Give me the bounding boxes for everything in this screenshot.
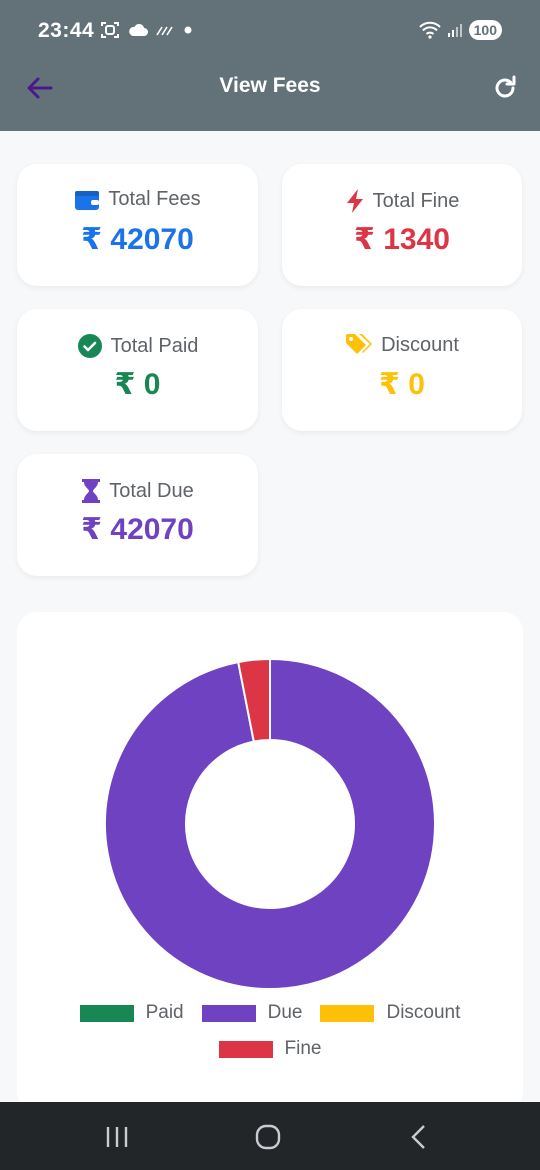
- legend-label: Paid: [145, 1002, 184, 1023]
- legend-item-due[interactable]: Due: [201, 1002, 303, 1024]
- legend-row: Fine: [17, 1038, 523, 1060]
- refresh-button[interactable]: [490, 73, 520, 103]
- recent-apps-icon: [106, 1127, 128, 1147]
- system-nav-bar: [0, 1102, 540, 1170]
- legend-swatch: [201, 1004, 256, 1022]
- home-button[interactable]: [253, 1122, 283, 1152]
- legend-label: Due: [267, 1002, 303, 1023]
- back-nav-button[interactable]: [404, 1122, 434, 1152]
- legend-item-fine[interactable]: Fine: [218, 1038, 322, 1060]
- app-bar: 23:44 100 View Fees: [0, 0, 540, 131]
- total-paid-value: ₹ 0: [114, 368, 161, 401]
- legend-item-discount[interactable]: Discount: [320, 1002, 460, 1024]
- total-fine-card: Total Fine ₹ 1340: [282, 164, 522, 286]
- bolt-icon: [346, 189, 363, 213]
- status-icons-right: 100: [418, 20, 502, 40]
- check-circle-icon: [77, 334, 102, 358]
- dot-icon: [184, 26, 192, 34]
- total-paid-card: Total Paid ₹ 0: [17, 309, 258, 431]
- status-icons-left: [100, 21, 194, 39]
- legend-label: Fine: [284, 1038, 322, 1059]
- home-icon: [255, 1124, 281, 1150]
- chart-legend: Paid Due Discount Fine: [17, 1002, 523, 1074]
- discount-value: ₹ 0: [379, 368, 425, 401]
- legend-swatch: [320, 1004, 375, 1022]
- recent-apps-button[interactable]: [102, 1122, 132, 1152]
- legend-item-paid[interactable]: Paid: [79, 1002, 184, 1024]
- card-header: Total Fees: [17, 188, 258, 211]
- page-title: View Fees: [219, 74, 321, 97]
- total-due-label: Total Due: [109, 479, 194, 502]
- total-due-card: Total Due ₹ 42070: [17, 454, 258, 576]
- total-fees-label: Total Fees: [108, 188, 201, 210]
- fees-chart-card: Paid Due Discount Fine: [17, 612, 523, 1112]
- wallet-icon: [75, 190, 100, 210]
- status-time: 23:44: [38, 19, 95, 42]
- donut-chart: [104, 657, 436, 990]
- discount-label: Discount: [381, 333, 459, 356]
- card-header: Total Paid: [17, 333, 258, 359]
- wifi-icon: [418, 21, 441, 39]
- legend-label: Discount: [386, 1002, 461, 1023]
- total-fees-card: Total Fees ₹ 42070: [17, 164, 258, 286]
- discount-card: Discount ₹ 0: [282, 309, 522, 431]
- total-paid-label: Total Paid: [110, 334, 199, 357]
- tags-icon: [346, 334, 373, 354]
- card-header: Discount: [282, 333, 522, 357]
- card-header: Total Due: [17, 478, 258, 504]
- chevron-left-icon: [411, 1125, 425, 1149]
- card-header: Total Fine: [282, 188, 522, 214]
- total-fine-value: ₹ 1340: [354, 223, 450, 256]
- legend-swatch: [79, 1004, 134, 1022]
- screenshot-icon: [101, 22, 119, 38]
- total-fees-value: ₹ 42070: [81, 223, 194, 256]
- total-fine-label: Total Fine: [372, 189, 460, 212]
- legend-swatch: [218, 1040, 273, 1058]
- battery-indicator: 100: [468, 20, 502, 40]
- signal-lines-icon: [156, 26, 173, 36]
- refresh-icon: [495, 75, 516, 98]
- hourglass-icon: [82, 479, 101, 503]
- cloud-icon: [129, 23, 148, 36]
- cell-signal-icon: [447, 24, 462, 37]
- total-due-value: ₹ 42070: [81, 513, 194, 546]
- status-bar: 23:44 100: [0, 0, 540, 60]
- legend-row: Paid Due Discount: [17, 1002, 523, 1024]
